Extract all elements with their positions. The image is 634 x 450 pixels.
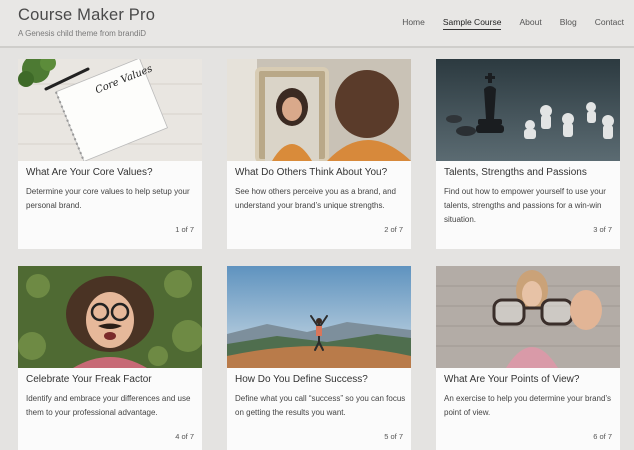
site-title[interactable]: Course Maker Pro	[18, 6, 155, 25]
card-excerpt: Define what you call “success” so you ca…	[235, 394, 406, 417]
card-lesson-count: 2 of 7	[384, 225, 403, 234]
card-lesson-count: 4 of 7	[175, 432, 194, 441]
site-description: A Genesis child theme from brandiD	[18, 29, 147, 38]
card-image-eyeglasses[interactable]	[436, 266, 620, 368]
card-lesson-count: 1 of 7	[175, 225, 194, 234]
course-card-others-think[interactable]: What Do Others Think About You? See how …	[227, 59, 411, 249]
card-title[interactable]: What Are Your Points of View?	[444, 374, 579, 385]
branding: Course Maker Pro A Genesis child theme f…	[18, 6, 155, 38]
nav-home[interactable]: Home	[402, 17, 425, 30]
course-card-success[interactable]: How Do You Define Success? Define what y…	[227, 266, 411, 450]
course-card-freak-factor[interactable]: Celebrate Your Freak Factor Identify and…	[18, 266, 202, 450]
main-nav: Home Sample Course About Blog Contact	[384, 17, 624, 30]
site-header: Course Maker Pro A Genesis child theme f…	[0, 0, 634, 48]
card-excerpt: See how others perceive you as a brand, …	[235, 187, 396, 210]
card-title[interactable]: Talents, Strengths and Passions	[444, 167, 587, 178]
nav-sample-course[interactable]: Sample Course	[442, 17, 502, 30]
nav-about[interactable]: About	[519, 17, 541, 30]
course-card-core-values[interactable]: Core Values What Are Your Core Values? D…	[18, 59, 202, 249]
card-image-funny-glasses[interactable]	[18, 266, 202, 368]
card-lesson-count: 5 of 7	[384, 432, 403, 441]
card-excerpt: Determine your core values to help setup…	[26, 187, 190, 210]
course-card-points-of-view[interactable]: What Are Your Points of View? An exercis…	[436, 266, 620, 450]
card-lesson-count: 6 of 7	[593, 432, 612, 441]
card-title[interactable]: What Do Others Think About You?	[235, 167, 387, 178]
card-title[interactable]: What Are Your Core Values?	[26, 167, 153, 178]
card-image-notebook[interactable]: Core Values	[18, 59, 202, 161]
card-image-mirror[interactable]	[227, 59, 411, 161]
card-image-chess[interactable]	[436, 59, 620, 161]
course-card-talents[interactable]: Talents, Strengths and Passions Find out…	[436, 59, 620, 249]
card-title[interactable]: How Do You Define Success?	[235, 374, 368, 385]
card-excerpt: Identify and embrace your differences an…	[26, 394, 191, 417]
card-excerpt: Find out how to empower yourself to use …	[444, 187, 606, 224]
card-lesson-count: 3 of 7	[593, 225, 612, 234]
card-image-mountain-summit[interactable]	[227, 266, 411, 368]
card-excerpt: An exercise to help you determine your b…	[444, 394, 612, 417]
card-title[interactable]: Celebrate Your Freak Factor	[26, 374, 152, 385]
nav-blog[interactable]: Blog	[560, 17, 577, 30]
nav-contact[interactable]: Contact	[595, 17, 624, 30]
